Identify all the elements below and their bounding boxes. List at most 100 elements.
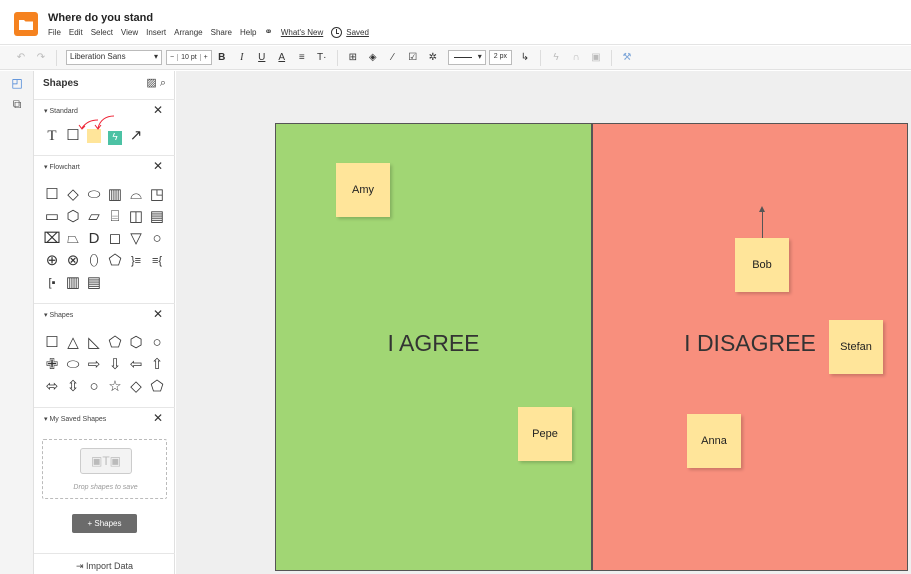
menu-view[interactable]: View xyxy=(121,28,138,37)
merge-shape-icon[interactable]: ▽ xyxy=(127,230,145,248)
display-shape-icon[interactable]: ◫ xyxy=(127,208,145,226)
my-saved-section-title[interactable]: ▾ My Saved Shapes xyxy=(44,415,106,423)
sticky-note-bob[interactable]: Bob xyxy=(735,238,789,292)
swimlane-horizontal-shape-icon[interactable]: ▤ xyxy=(85,274,103,292)
line-color-icon[interactable]: ∕ xyxy=(386,50,400,66)
image-icon[interactable]: ▨ xyxy=(146,77,156,89)
shapes-panel-icon[interactable]: ◰ xyxy=(9,76,25,92)
align-icon[interactable]: ≡ xyxy=(295,50,309,66)
sticky-note-amy[interactable]: Amy xyxy=(336,163,390,217)
connector-shape-icon[interactable]: ○ xyxy=(148,230,166,248)
database-shape-icon[interactable]: ⌸ xyxy=(106,208,124,226)
process-shape-icon[interactable]: ☐ xyxy=(43,186,61,204)
magic-wand-icon[interactable]: ✲ xyxy=(426,50,440,66)
data-shape-icon[interactable]: ▱ xyxy=(85,208,103,226)
close-icon[interactable]: ✕ xyxy=(153,307,163,321)
circle-shape-icon[interactable]: ○ xyxy=(85,378,103,396)
magnet-icon[interactable]: ∩ xyxy=(569,50,583,66)
app-logo-icon[interactable] xyxy=(14,12,38,36)
font-size-control[interactable]: − 10 pt + xyxy=(166,50,212,65)
layers-panel-icon[interactable]: ⧉ xyxy=(9,97,25,113)
sticky-note-stefan[interactable]: Stefan xyxy=(829,320,883,374)
close-icon[interactable]: ✕ xyxy=(153,103,163,117)
connector-arrow[interactable] xyxy=(759,206,765,238)
star-shape-icon[interactable]: ☆ xyxy=(106,378,124,396)
pentagon-shape-icon[interactable]: ⬠ xyxy=(106,334,124,352)
manual-operation-shape-icon[interactable]: ⏢ xyxy=(64,230,82,248)
double-arrow-vertical-shape-icon[interactable]: ⇳ xyxy=(64,378,82,396)
add-shapes-button[interactable]: + Shapes xyxy=(72,514,137,533)
menu-file[interactable]: File xyxy=(48,28,61,37)
search-icon[interactable]: ⌕ xyxy=(160,77,166,89)
menu-edit[interactable]: Edit xyxy=(69,28,83,37)
agree-label[interactable]: I AGREE xyxy=(276,330,591,357)
punched-tape-shape-icon[interactable]: ⌧ xyxy=(43,230,61,248)
wrench-icon[interactable]: ⚒ xyxy=(620,50,634,66)
diamond-shape-icon[interactable]: ◇ xyxy=(127,378,145,396)
saved-status[interactable]: Saved xyxy=(331,27,369,38)
multi-document-shape-icon[interactable]: ◳ xyxy=(148,186,166,204)
cross-shape-icon[interactable]: ✙ xyxy=(43,356,61,374)
square-shape-icon[interactable]: ☐ xyxy=(43,334,61,352)
cloud-shape-icon[interactable]: ⬭ xyxy=(64,356,82,374)
internal-storage-shape-icon[interactable]: ▤ xyxy=(148,208,166,226)
brace-shape-icon[interactable]: }≡ xyxy=(127,252,145,270)
preparation-shape-icon[interactable]: ⬡ xyxy=(64,208,82,226)
menu-share[interactable]: Share xyxy=(211,28,232,37)
italic-icon[interactable]: I xyxy=(235,50,249,66)
underline-icon[interactable]: U xyxy=(255,50,269,66)
text-options-icon[interactable]: T· xyxy=(315,50,329,66)
or-shape-icon[interactable]: ⊗ xyxy=(64,252,82,270)
document-shape-icon[interactable]: ⌓ xyxy=(127,186,145,204)
binoculars-icon[interactable]: ⚭ xyxy=(264,27,272,38)
arrow-shape-icon[interactable]: ↗ xyxy=(127,127,145,145)
annotation-shape-icon[interactable]: ≡{ xyxy=(148,252,166,270)
lock-icon[interactable]: ▣ xyxy=(589,50,603,66)
font-size-value[interactable]: 10 pt xyxy=(177,54,200,61)
pentagon-outline-shape-icon[interactable]: ⬠ xyxy=(148,378,166,396)
whats-new-link[interactable]: What's New xyxy=(281,28,323,37)
redo-icon[interactable]: ↷ xyxy=(34,50,48,66)
card-shape-icon[interactable]: ◻ xyxy=(106,230,124,248)
close-icon[interactable]: ✕ xyxy=(153,159,163,173)
manual-input-shape-icon[interactable]: ▭ xyxy=(43,208,61,226)
font-size-increase-button[interactable]: + xyxy=(199,54,211,61)
shapes-section-title[interactable]: ▾ Shapes xyxy=(44,311,73,319)
flowchart-section-title[interactable]: ▾ Flowchart xyxy=(44,163,80,171)
line-style-select[interactable] xyxy=(447,50,486,65)
connector-icon[interactable]: ↳ xyxy=(518,50,532,66)
font-size-decrease-button[interactable]: − xyxy=(167,54,177,61)
predefined-process-shape-icon[interactable]: ▥ xyxy=(106,186,124,204)
summing-junction-shape-icon[interactable]: ⊕ xyxy=(43,252,61,270)
menu-help[interactable]: Help xyxy=(240,28,256,37)
fill-color-icon[interactable]: ◈ xyxy=(366,50,380,66)
off-page-shape-icon[interactable]: ⬠ xyxy=(106,252,124,270)
lightning-icon[interactable]: ϟ xyxy=(549,50,563,66)
style-icon[interactable]: ☑ xyxy=(406,50,420,66)
note-shape-icon[interactable]: [▪ xyxy=(43,274,61,292)
decision-shape-icon[interactable]: ◇ xyxy=(64,186,82,204)
arrow-down-shape-icon[interactable]: ⇩ xyxy=(106,356,124,374)
text-color-icon[interactable]: A xyxy=(275,50,289,66)
font-family-select[interactable]: Liberation Sans xyxy=(66,50,162,65)
right-triangle-shape-icon[interactable]: ◺ xyxy=(85,334,103,352)
stored-data-shape-icon[interactable]: ⬯ xyxy=(85,252,103,270)
double-arrow-horizontal-shape-icon[interactable]: ⬄ xyxy=(43,378,61,396)
menu-insert[interactable]: Insert xyxy=(146,28,166,37)
table-icon[interactable]: ⊞ xyxy=(346,50,360,66)
triangle-shape-icon[interactable]: △ xyxy=(64,334,82,352)
line-width-select[interactable]: 2 px xyxy=(488,50,512,65)
saved-shapes-dropzone[interactable]: ▣T▣ Drop shapes to save xyxy=(42,439,167,499)
canvas[interactable]: I AGREE I DISAGREE Amy Pepe Bob Stefan A… xyxy=(176,71,911,574)
hexagon-shape-icon[interactable]: ⬡ xyxy=(127,334,145,352)
text-shape-icon[interactable]: T xyxy=(43,127,61,145)
sticky-note-anna[interactable]: Anna xyxy=(687,414,741,468)
import-data-button[interactable]: ⇥ Import Data xyxy=(34,553,175,574)
sticky-note-pepe[interactable]: Pepe xyxy=(518,407,572,461)
close-icon[interactable]: ✕ xyxy=(153,411,163,425)
menu-arrange[interactable]: Arrange xyxy=(174,28,202,37)
swimlane-vertical-shape-icon[interactable]: ▥ xyxy=(64,274,82,292)
arrow-left-shape-icon[interactable]: ⇦ xyxy=(127,356,145,374)
terminator-shape-icon[interactable]: ⬭ xyxy=(85,186,103,204)
undo-icon[interactable]: ↶ xyxy=(14,50,28,66)
